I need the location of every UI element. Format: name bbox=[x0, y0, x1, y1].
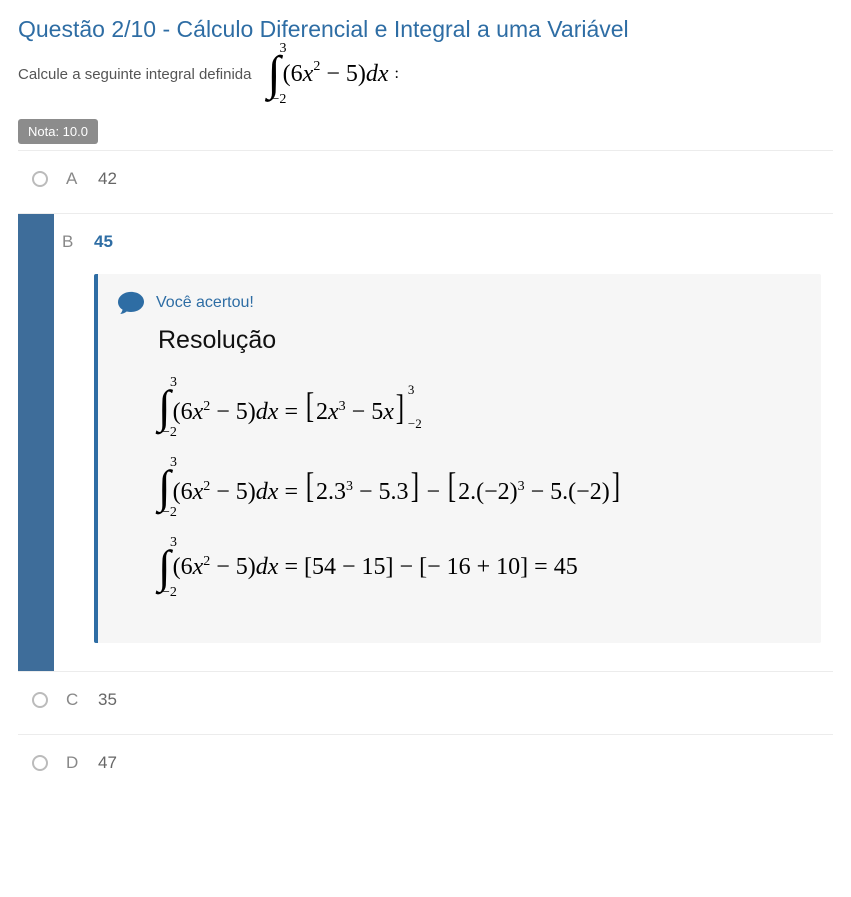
solution-step-1: ∫ 3 −2 (6x2 − 5)dx = [2x3 − 5x]3−2 bbox=[158, 379, 803, 435]
feedback-correct-label: Você acertou! bbox=[156, 294, 254, 312]
feedback-container: Você acertou! Resolução ∫ 3 −2 (6x2 − 5)… bbox=[94, 274, 821, 643]
resolution-title: Resolução bbox=[158, 326, 803, 355]
integral-upper-bound: 3 bbox=[280, 43, 287, 54]
integral-sign-icon: ∫ 3 −2 bbox=[158, 389, 171, 426]
option-letter: D bbox=[58, 735, 98, 773]
radio-c[interactable] bbox=[32, 692, 48, 708]
integral-lower-bound: −2 bbox=[272, 94, 287, 105]
option-answer-col: 35 bbox=[98, 672, 833, 728]
option-c-value: 35 bbox=[98, 690, 117, 709]
integrand: (6x2 − 5)dx bbox=[283, 61, 389, 88]
solution-step-2: ∫ 3 −2 (6x2 − 5)dx = [2.33 − 5.3] − [2.(… bbox=[158, 459, 803, 515]
radio-col bbox=[22, 151, 58, 187]
option-a-value: 42 bbox=[98, 169, 117, 188]
option-answer-col: 42 bbox=[98, 151, 833, 207]
option-d[interactable]: D 47 bbox=[18, 735, 833, 797]
feedback-header: Você acertou! bbox=[116, 290, 803, 316]
feedback-box: Você acertou! Resolução ∫ 3 −2 (6x2 − 5)… bbox=[94, 274, 821, 643]
score-badge: Nota: 10.0 bbox=[18, 119, 98, 144]
option-b[interactable]: B 45 Você acertou! Resolução ∫ bbox=[18, 214, 833, 672]
solution-step-3: ∫ 3 −2 (6x2 − 5)dx = [54 − 15] − [− 16 +… bbox=[158, 539, 803, 595]
option-d-value: 47 bbox=[98, 753, 117, 772]
prompt-text: Calcule a seguinte integral definida bbox=[18, 66, 252, 83]
colon: : bbox=[395, 65, 399, 83]
integral-sign-icon: ∫ 3 −2 bbox=[268, 55, 281, 93]
integral-sign-icon: ∫ 3 −2 bbox=[158, 469, 171, 506]
option-c[interactable]: C 35 bbox=[18, 672, 833, 735]
option-letter: B bbox=[54, 214, 94, 252]
question-heading: Questão 2/10 - Cálculo Diferencial e Int… bbox=[18, 16, 833, 43]
option-answer-col: 47 bbox=[98, 735, 833, 791]
radio-a[interactable] bbox=[32, 171, 48, 187]
integral-sign-icon: ∫ 3 −2 bbox=[158, 549, 171, 586]
option-letter: C bbox=[58, 672, 98, 710]
radio-col bbox=[22, 672, 58, 708]
solution-steps: ∫ 3 −2 (6x2 − 5)dx = [2x3 − 5x]3−2 bbox=[158, 379, 803, 595]
option-letter: A bbox=[58, 151, 98, 189]
speech-bubble-icon bbox=[116, 290, 146, 316]
selected-strip bbox=[18, 214, 54, 671]
question-prompt-row: Calcule a seguinte integral definida ∫ 3… bbox=[18, 55, 833, 93]
radio-d[interactable] bbox=[32, 755, 48, 771]
option-answer-col: 45 Você acertou! Resolução ∫ 3 bbox=[94, 214, 833, 671]
options-list: A 42 B 45 Você acertou! Resolução bbox=[18, 150, 833, 797]
option-a[interactable]: A 42 bbox=[18, 151, 833, 214]
option-b-value: 45 bbox=[94, 232, 113, 251]
radio-col bbox=[22, 735, 58, 771]
integral-expression: ∫ 3 −2 (6x2 − 5)dx : bbox=[268, 55, 399, 93]
